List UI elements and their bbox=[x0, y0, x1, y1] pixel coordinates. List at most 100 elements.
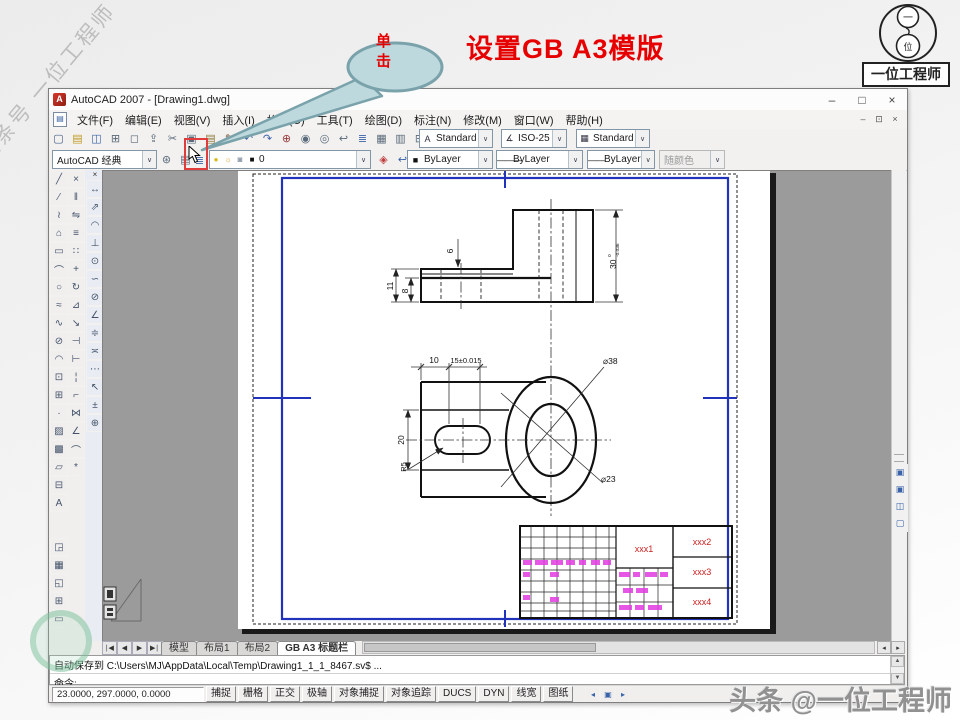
chevron-down-icon[interactable]: ∨ bbox=[635, 130, 649, 147]
scroll-up-icon[interactable]: ▲ bbox=[891, 656, 904, 667]
horizontal-scrollbar[interactable] bbox=[362, 641, 875, 654]
join-icon[interactable]: ⋈ bbox=[67, 404, 85, 422]
drawing-viewport[interactable]: 6 11 8 30 0 -0.036 bbox=[102, 170, 892, 643]
status-tray-icon[interactable]: ◂ bbox=[585, 687, 600, 702]
status-toggle-button[interactable]: 栅格 bbox=[238, 686, 268, 702]
toolbar-grip[interactable] bbox=[894, 454, 904, 462]
stretch-icon[interactable]: ↘ bbox=[67, 314, 85, 332]
scroll-right-icon[interactable]: ▸ bbox=[891, 641, 905, 654]
gradient-icon[interactable]: ▩ bbox=[50, 440, 68, 458]
table-style-combo[interactable]: ▦ Standard ∨ bbox=[576, 129, 650, 148]
window-control-button[interactable]: □ bbox=[847, 93, 877, 107]
scale-icon[interactable]: ⊿ bbox=[67, 296, 85, 314]
line-icon[interactable]: ╱ bbox=[50, 170, 68, 188]
arc-icon[interactable]: ⌒ bbox=[50, 260, 68, 278]
dim-style-combo[interactable]: ∡ ISO-25 ∨ bbox=[501, 129, 567, 148]
rectangle-icon[interactable]: ▭ bbox=[50, 242, 68, 260]
layout-tab[interactable]: 模型 bbox=[161, 641, 197, 655]
lineweight-combo[interactable]: —— ByLayer ∨ bbox=[587, 150, 655, 169]
trim-icon[interactable]: ⊣ bbox=[67, 332, 85, 350]
status-toggle-button[interactable]: DYN bbox=[478, 686, 509, 702]
chevron-down-icon[interactable]: ∨ bbox=[568, 151, 582, 168]
chevron-down-icon[interactable]: ∨ bbox=[552, 130, 566, 147]
explode-icon[interactable]: * bbox=[67, 458, 85, 476]
status-toggle-button[interactable]: DUCS bbox=[438, 686, 476, 702]
insert-block-icon[interactable]: ⊡ bbox=[50, 368, 68, 386]
menu-item[interactable]: 文件(F) bbox=[71, 115, 119, 127]
tab-scroll-button[interactable]: ∣◀ bbox=[102, 641, 117, 655]
viewport-join-icon[interactable]: ⊞ bbox=[50, 592, 68, 610]
scroll-left-icon[interactable]: ◂ bbox=[877, 641, 891, 654]
menu-item[interactable]: 帮助(H) bbox=[560, 115, 609, 127]
viewport-scale-icon[interactable]: ▭ bbox=[50, 610, 68, 628]
child-window-control-button[interactable]: ⊡ bbox=[871, 114, 887, 125]
hatch-icon[interactable]: ▨ bbox=[50, 422, 68, 440]
layout-tab[interactable]: GB A3 标题栏 bbox=[277, 641, 356, 655]
make-block-icon[interactable]: ⊞ bbox=[50, 386, 68, 404]
rotate-icon[interactable]: ↻ bbox=[67, 278, 85, 296]
close-icon[interactable]: × bbox=[93, 170, 98, 180]
paste-block-icon[interactable]: ▣ bbox=[892, 481, 908, 498]
menu-item[interactable]: 窗口(W) bbox=[508, 115, 560, 127]
tab-scroll-button[interactable]: ▶∣ bbox=[147, 641, 162, 655]
plot-preview-icon[interactable]: ◻ bbox=[125, 129, 144, 148]
offset-icon[interactable]: ≡ bbox=[67, 224, 85, 242]
status-toggle-button[interactable]: 极轴 bbox=[302, 686, 332, 702]
status-toggle-button[interactable]: 对象追踪 bbox=[386, 686, 436, 702]
chevron-down-icon[interactable]: ∨ bbox=[478, 130, 492, 147]
status-toggle-button[interactable]: 线宽 bbox=[511, 686, 541, 702]
child-window-control-button[interactable]: – bbox=[855, 114, 871, 125]
child-window-control-button[interactable]: × bbox=[887, 114, 903, 125]
scrollbar-thumb[interactable] bbox=[364, 643, 596, 652]
viewport-single-icon[interactable]: ◲ bbox=[50, 538, 68, 556]
status-tray-icon[interactable]: ▣ bbox=[600, 687, 615, 702]
chevron-down-icon[interactable]: ∨ bbox=[641, 151, 655, 168]
multiline-text-icon[interactable]: A bbox=[50, 494, 68, 512]
linetype-combo[interactable]: ——— ByLayer ∨ bbox=[496, 150, 583, 169]
construction-line-icon[interactable]: ⁄ bbox=[50, 188, 68, 206]
window-control-button[interactable]: – bbox=[817, 93, 847, 107]
erase-icon[interactable]: × bbox=[67, 170, 85, 188]
copy-link-icon[interactable]: ◫ bbox=[892, 498, 908, 515]
status-toggle-button[interactable]: 正交 bbox=[270, 686, 300, 702]
polygon-icon[interactable]: ⌂ bbox=[50, 224, 68, 242]
tab-scroll-button[interactable]: ◀ bbox=[117, 641, 132, 655]
open-icon[interactable]: ▤ bbox=[68, 129, 87, 148]
extend-icon[interactable]: ⊢ bbox=[67, 350, 85, 368]
new-icon[interactable]: ▢ bbox=[49, 129, 68, 148]
status-toggle-button[interactable]: 捕捉 bbox=[206, 686, 236, 702]
status-toggle-button[interactable]: 对象捕捉 bbox=[334, 686, 384, 702]
move-icon[interactable]: + bbox=[67, 260, 85, 278]
ellipse-arc-icon[interactable]: ◠ bbox=[50, 350, 68, 368]
break-icon[interactable]: ⌐ bbox=[67, 386, 85, 404]
point-icon[interactable]: · bbox=[50, 404, 68, 422]
chevron-down-icon[interactable]: ∨ bbox=[478, 151, 492, 168]
paste-special-icon[interactable]: ▢ bbox=[892, 515, 908, 532]
space-toggle-icons[interactable] bbox=[104, 587, 116, 619]
tab-scroll-button[interactable]: ▶ bbox=[132, 641, 147, 655]
viewport-clip-icon[interactable]: ◱ bbox=[50, 574, 68, 592]
layout-tab[interactable]: 布局2 bbox=[237, 641, 279, 655]
break-point-icon[interactable]: ¦ bbox=[67, 368, 85, 386]
window-control-button[interactable]: × bbox=[877, 93, 907, 107]
polyline-icon[interactable]: ≀ bbox=[50, 206, 68, 224]
array-icon[interactable]: ∷ bbox=[67, 242, 85, 260]
copy-base-icon[interactable]: ▣ bbox=[892, 464, 908, 481]
save-icon[interactable]: ◫ bbox=[87, 129, 106, 148]
status-toggle-button[interactable]: 图纸 bbox=[543, 686, 573, 702]
viewport-poly-icon[interactable]: ▦ bbox=[50, 556, 68, 574]
mirror-icon[interactable]: ⇋ bbox=[67, 206, 85, 224]
layout-tab[interactable]: 布局1 bbox=[196, 641, 238, 655]
ellipse-icon[interactable]: ⊘ bbox=[50, 332, 68, 350]
region-icon[interactable]: ▱ bbox=[50, 458, 68, 476]
table-icon[interactable]: ⊟ bbox=[50, 476, 68, 494]
revcloud-icon[interactable]: ≈ bbox=[50, 296, 68, 314]
plot-icon[interactable]: ⊞ bbox=[106, 129, 125, 148]
circle-icon[interactable]: ○ bbox=[50, 278, 68, 296]
chamfer-icon[interactable]: ∠ bbox=[67, 422, 85, 440]
status-tray-icon[interactable]: ▸ bbox=[615, 687, 630, 702]
copy-object-icon[interactable]: ‖ bbox=[67, 188, 85, 206]
workspace-combo[interactable]: AutoCAD 经典 ∨ bbox=[52, 150, 157, 169]
spline-icon[interactable]: ∿ bbox=[50, 314, 68, 332]
fillet-icon[interactable]: ⌒ bbox=[67, 440, 85, 458]
